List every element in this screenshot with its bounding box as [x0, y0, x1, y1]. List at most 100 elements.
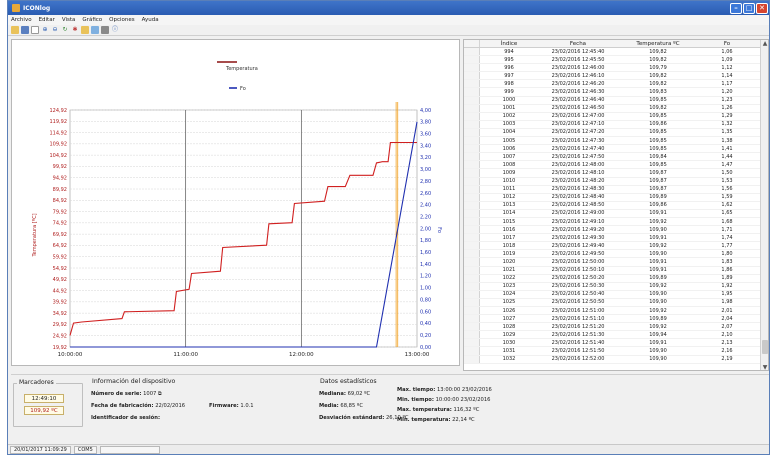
save-icon[interactable]	[21, 26, 29, 34]
table-row[interactable]: 1029 23/02/2016 12:51:30 109,94 2,10	[464, 331, 762, 340]
table-row[interactable]: 1020 23/02/2016 12:50:00 109,91 1,83	[464, 258, 762, 267]
table-row[interactable]: 1024 23/02/2016 12:50:40 109,90 1,95	[464, 290, 762, 299]
row-header[interactable]	[464, 201, 480, 209]
table-row[interactable]: 1013 23/02/2016 12:48:50 109,86 1,62	[464, 201, 762, 210]
table-row[interactable]: 1032 23/02/2016 12:52:00 109,90 2,19	[464, 355, 762, 364]
refresh-icon[interactable]: ↻	[61, 26, 69, 34]
copy-icon[interactable]: ⧉	[158, 391, 162, 397]
row-header[interactable]	[464, 355, 480, 363]
table-row[interactable]: 999 23/02/2016 12:46:30 109,83 1,20	[464, 88, 762, 97]
minimize-button[interactable]: –	[730, 2, 742, 14]
table-row[interactable]: 1009 23/02/2016 12:48:10 109,87 1,50	[464, 169, 762, 178]
menu-ayuda[interactable]: Ayuda	[142, 17, 159, 23]
row-header[interactable]	[464, 185, 480, 193]
row-header[interactable]	[464, 193, 480, 201]
row-header[interactable]	[464, 209, 480, 217]
print-icon[interactable]	[101, 26, 109, 34]
row-header[interactable]	[464, 274, 480, 282]
table-row[interactable]: 994 23/02/2016 12:45:40 109,82 1,06	[464, 48, 762, 57]
scroll-up-icon[interactable]: ▲	[761, 40, 768, 48]
row-header[interactable]	[464, 258, 480, 266]
table-row[interactable]: 1023 23/02/2016 12:50:30 109,92 1,92	[464, 282, 762, 291]
table-row[interactable]: 1022 23/02/2016 12:50:20 109,89 1,89	[464, 274, 762, 283]
row-header[interactable]	[464, 177, 480, 185]
col-header-fecha[interactable]: Fecha	[538, 41, 618, 47]
table-row[interactable]: 1027 23/02/2016 12:51:10 109,89 2,04	[464, 315, 762, 324]
table-row[interactable]: 1004 23/02/2016 12:47:20 109,85 1,35	[464, 128, 762, 138]
table-row[interactable]: 1002 23/02/2016 12:47:00 109,85 1,29	[464, 112, 762, 121]
row-header[interactable]	[464, 161, 480, 169]
row-header[interactable]	[464, 72, 480, 80]
row-header[interactable]	[464, 128, 480, 137]
table-row[interactable]: 997 23/02/2016 12:46:10 109,82 1,14	[464, 72, 762, 81]
menu-editar[interactable]: Editar	[39, 17, 55, 23]
col-header-indice[interactable]: Índice	[480, 41, 538, 47]
table-row[interactable]: 1006 23/02/2016 12:47:40 109,85 1,41	[464, 145, 762, 154]
table-scrollbar[interactable]: ▲ ▼	[760, 40, 768, 370]
table-row[interactable]: 998 23/02/2016 12:46:20 109,82 1,17	[464, 80, 762, 89]
row-header[interactable]	[464, 266, 480, 274]
maximize-button[interactable]: □	[743, 2, 755, 14]
table-row[interactable]: 1030 23/02/2016 12:51:40 109,91 2,13	[464, 339, 762, 348]
zoom-in-icon[interactable]: ⊕	[41, 26, 49, 34]
row-header[interactable]	[464, 112, 480, 120]
row-header[interactable]	[464, 290, 480, 298]
row-header[interactable]	[464, 331, 480, 339]
menu-grafico[interactable]: Gráfico	[82, 17, 102, 23]
data-table[interactable]: Índice Fecha Temperatura ºC Fo 994 23/02/…	[463, 39, 769, 371]
table-row[interactable]: 1019 23/02/2016 12:49:50 109,90 1,80	[464, 250, 762, 259]
row-header[interactable]	[464, 339, 480, 347]
table-row[interactable]: 1012 23/02/2016 12:48:40 109,89 1,59	[464, 193, 762, 202]
row-header[interactable]	[464, 323, 480, 331]
row-header[interactable]	[464, 298, 480, 306]
row-header[interactable]	[464, 282, 480, 290]
table-row[interactable]: 1015 23/02/2016 12:49:10 109,92 1,68	[464, 217, 762, 227]
table-row[interactable]: 995 23/02/2016 12:45:50 109,82 1,09	[464, 56, 762, 65]
info-icon[interactable]: ⓘ	[111, 26, 119, 34]
table-row[interactable]: 1000 23/02/2016 12:46:40 109,85 1,23	[464, 96, 762, 105]
new-page-icon[interactable]	[31, 26, 39, 34]
close-button[interactable]: ✕	[756, 2, 768, 14]
scroll-thumb[interactable]	[762, 340, 768, 354]
row-header[interactable]	[464, 137, 480, 145]
table-row[interactable]: 1014 23/02/2016 12:49:00 109,91 1,65	[464, 209, 762, 218]
row-header[interactable]	[464, 242, 480, 250]
zoom-out-icon[interactable]: ⊖	[51, 26, 59, 34]
table-row[interactable]: 1018 23/02/2016 12:49:40 109,92 1,77	[464, 242, 762, 251]
table-row[interactable]: 1011 23/02/2016 12:48:30 109,87 1,56	[464, 185, 762, 194]
row-header[interactable]	[464, 120, 480, 128]
folder-icon[interactable]	[11, 26, 19, 34]
row-header[interactable]	[464, 88, 480, 96]
row-header[interactable]	[464, 217, 480, 226]
col-header-fo[interactable]: Fo	[698, 41, 756, 47]
row-header[interactable]	[464, 307, 480, 315]
row-header[interactable]	[464, 234, 480, 242]
row-header[interactable]	[464, 96, 480, 104]
row-header[interactable]	[464, 64, 480, 72]
row-header[interactable]	[464, 347, 480, 355]
settings-icon[interactable]: ✱	[71, 26, 79, 34]
row-header[interactable]	[464, 153, 480, 161]
table-row[interactable]: 1028 23/02/2016 12:51:20 109,92 2,07	[464, 323, 762, 332]
table-row[interactable]: 1007 23/02/2016 12:47:50 109,84 1,44	[464, 153, 762, 162]
row-header[interactable]	[464, 104, 480, 112]
col-header-temperatura[interactable]: Temperatura ºC	[618, 41, 698, 47]
table-row[interactable]: 1017 23/02/2016 12:49:30 109,91 1,74	[464, 234, 762, 243]
menu-vista[interactable]: Vista	[62, 17, 76, 23]
table-row[interactable]: 1016 23/02/2016 12:49:20 109,90 1,71	[464, 226, 762, 235]
table-row[interactable]: 1026 23/02/2016 12:51:00 109,92 2,01	[464, 307, 762, 316]
row-header[interactable]	[464, 145, 480, 153]
table-row[interactable]: 1008 23/02/2016 12:48:00 109,85 1,47	[464, 161, 762, 170]
row-header[interactable]	[464, 315, 480, 323]
table-row[interactable]: 1021 23/02/2016 12:50:10 109,91 1,86	[464, 266, 762, 275]
row-header[interactable]	[464, 48, 480, 56]
table-row[interactable]: 1010 23/02/2016 12:48:20 109,87 1,53	[464, 177, 762, 186]
row-header[interactable]	[464, 226, 480, 234]
chart-panel[interactable]: Temperatura Fo 124,92 119,92 114,92 109,92 1…	[11, 39, 460, 366]
row-header[interactable]	[464, 250, 480, 258]
export-icon[interactable]	[81, 26, 89, 34]
table-row[interactable]: 1003 23/02/2016 12:47:10 109,86 1,32	[464, 120, 762, 129]
menu-archivo[interactable]: Archivo	[11, 17, 32, 23]
row-header[interactable]	[464, 56, 480, 64]
table-row[interactable]: 996 23/02/2016 12:46:00 109,79 1,12	[464, 64, 762, 73]
